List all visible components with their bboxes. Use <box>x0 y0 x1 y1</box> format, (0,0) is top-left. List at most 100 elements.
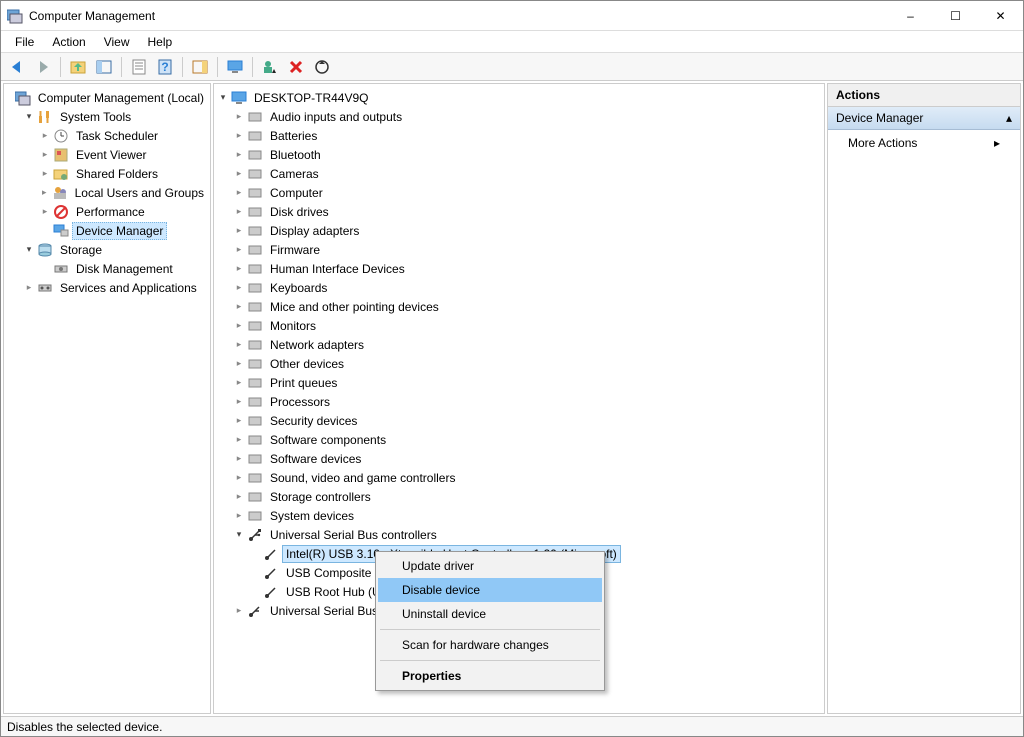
device-category-icon <box>247 375 263 391</box>
tree-row-disk-management[interactable]: Disk Management <box>6 259 208 278</box>
left-tree-pane[interactable]: Computer Management (Local) System Tools… <box>3 83 211 714</box>
tree-row-device-manager[interactable]: Device Manager <box>6 221 208 240</box>
device-category-icon <box>247 318 263 334</box>
tree-label: Batteries <box>266 127 321 145</box>
tree-row-device-category[interactable]: Storage controllers <box>216 487 822 506</box>
device-category-icon <box>247 508 263 524</box>
update-driver-button[interactable] <box>310 55 334 79</box>
tree-row-device-category[interactable]: Computer <box>216 183 822 202</box>
tree-row-device-category[interactable]: Cameras <box>216 164 822 183</box>
tree-row-device-category[interactable]: Batteries <box>216 126 822 145</box>
tree-label: Security devices <box>266 412 361 430</box>
menu-view[interactable]: View <box>96 33 138 51</box>
actions-section[interactable]: Device Manager ▴ <box>828 107 1020 130</box>
tree-row-device-category[interactable]: Software devices <box>216 449 822 468</box>
ctx-properties[interactable]: Properties <box>378 664 602 688</box>
tree-row-device-category[interactable]: System devices <box>216 506 822 525</box>
menu-action[interactable]: Action <box>44 33 93 51</box>
tree-label: Universal Serial Bus controllers <box>266 526 441 544</box>
action-pane-button[interactable] <box>188 55 212 79</box>
monitor-button[interactable] <box>223 55 247 79</box>
tree-row-root[interactable]: Computer Management (Local) <box>6 88 208 107</box>
tree-row-device-category[interactable]: Audio inputs and outputs <box>216 107 822 126</box>
tree-row-device-category[interactable]: Human Interface Devices <box>216 259 822 278</box>
actions-item-more[interactable]: More Actions ▸ <box>828 130 1020 156</box>
up-button[interactable] <box>66 55 90 79</box>
usb-icon <box>247 527 263 543</box>
tree-label: Software components <box>266 431 390 449</box>
properties-button[interactable] <box>127 55 151 79</box>
tree-row-device-category[interactable]: Software components <box>216 430 822 449</box>
ctx-uninstall-device[interactable]: Uninstall device <box>378 602 602 626</box>
desktop-icon <box>231 90 247 106</box>
show-hide-tree-button[interactable] <box>92 55 116 79</box>
tree-row-device-category[interactable]: Bluetooth <box>216 145 822 164</box>
maximize-button[interactable]: ☐ <box>933 1 978 31</box>
tree-row-shared-folders[interactable]: Shared Folders <box>6 164 208 183</box>
tree-row-device-category[interactable]: Monitors <box>216 316 822 335</box>
tree-row-device-category[interactable]: Mice and other pointing devices <box>216 297 822 316</box>
services-icon <box>37 280 53 296</box>
tree-label: Services and Applications <box>56 279 201 297</box>
tree-row-device-category[interactable]: Disk drives <box>216 202 822 221</box>
device-category-icon <box>247 451 263 467</box>
tree-row-usb-controllers[interactable]: Universal Serial Bus controllers <box>216 525 822 544</box>
menu-help[interactable]: Help <box>140 33 181 51</box>
tree-label: Display adapters <box>266 222 363 240</box>
chevron-right-icon: ▸ <box>994 136 1000 150</box>
ctx-disable-device[interactable]: Disable device <box>378 578 602 602</box>
tree-label: DESKTOP-TR44V9Q <box>250 89 372 107</box>
tree-label: Mice and other pointing devices <box>266 298 443 316</box>
toolbar: ? <box>1 53 1023 81</box>
tree-label: System Tools <box>56 108 135 126</box>
device-category-icon <box>247 147 263 163</box>
tree-row-device-category[interactable]: Print queues <box>216 373 822 392</box>
tree-row-system-tools[interactable]: System Tools <box>6 107 208 126</box>
tree-label: Local Users and Groups <box>71 184 208 202</box>
tree-row-performance[interactable]: Performance <box>6 202 208 221</box>
back-button[interactable] <box>5 55 29 79</box>
tree-row-task-scheduler[interactable]: Task Scheduler <box>6 126 208 145</box>
tree-row-device-category[interactable]: Network adapters <box>216 335 822 354</box>
tree-row-device-category[interactable]: Keyboards <box>216 278 822 297</box>
tree-row-services[interactable]: Services and Applications <box>6 278 208 297</box>
tree-label: Computer Management (Local) <box>34 89 208 107</box>
tree-row-device-category[interactable]: Display adapters <box>216 221 822 240</box>
context-menu: Update driver Disable device Uninstall d… <box>375 551 605 691</box>
tree-row-computer-root[interactable]: DESKTOP-TR44V9Q <box>216 88 822 107</box>
tree-row-device-category[interactable]: Security devices <box>216 411 822 430</box>
shared-folders-icon <box>53 166 69 182</box>
ctx-update-driver[interactable]: Update driver <box>378 554 602 578</box>
menu-file[interactable]: File <box>7 33 42 51</box>
disable-button[interactable] <box>284 55 308 79</box>
ctx-separator <box>380 629 600 630</box>
tree-row-device-category[interactable]: Firmware <box>216 240 822 259</box>
tree-row-device-category[interactable]: Processors <box>216 392 822 411</box>
tree-label: Other devices <box>266 355 348 373</box>
device-category-icon <box>247 109 263 125</box>
tree-label: Monitors <box>266 317 320 335</box>
device-manager-icon <box>53 223 69 239</box>
forward-button[interactable] <box>31 55 55 79</box>
tree-label: Audio inputs and outputs <box>266 108 406 126</box>
users-groups-icon <box>52 185 68 201</box>
help-button[interactable]: ? <box>153 55 177 79</box>
tree-row-local-users[interactable]: Local Users and Groups <box>6 183 208 202</box>
minimize-button[interactable]: – <box>888 1 933 31</box>
tree-row-event-viewer[interactable]: Event Viewer <box>6 145 208 164</box>
task-scheduler-icon <box>53 128 69 144</box>
tree-row-device-category[interactable]: Other devices <box>216 354 822 373</box>
device-category-icon <box>247 432 263 448</box>
device-category-icon <box>247 128 263 144</box>
tree-row-storage[interactable]: Storage <box>6 240 208 259</box>
close-button[interactable]: ✕ <box>978 1 1023 31</box>
tree-row-device-category[interactable]: Sound, video and game controllers <box>216 468 822 487</box>
disk-management-icon <box>53 261 69 277</box>
device-category-icon <box>247 204 263 220</box>
device-category-icon <box>247 261 263 277</box>
tree-label: Storage controllers <box>266 488 375 506</box>
tree-label: Bluetooth <box>266 146 325 164</box>
ctx-scan-hardware[interactable]: Scan for hardware changes <box>378 633 602 657</box>
tree-label: Network adapters <box>266 336 368 354</box>
enable-button[interactable] <box>258 55 282 79</box>
